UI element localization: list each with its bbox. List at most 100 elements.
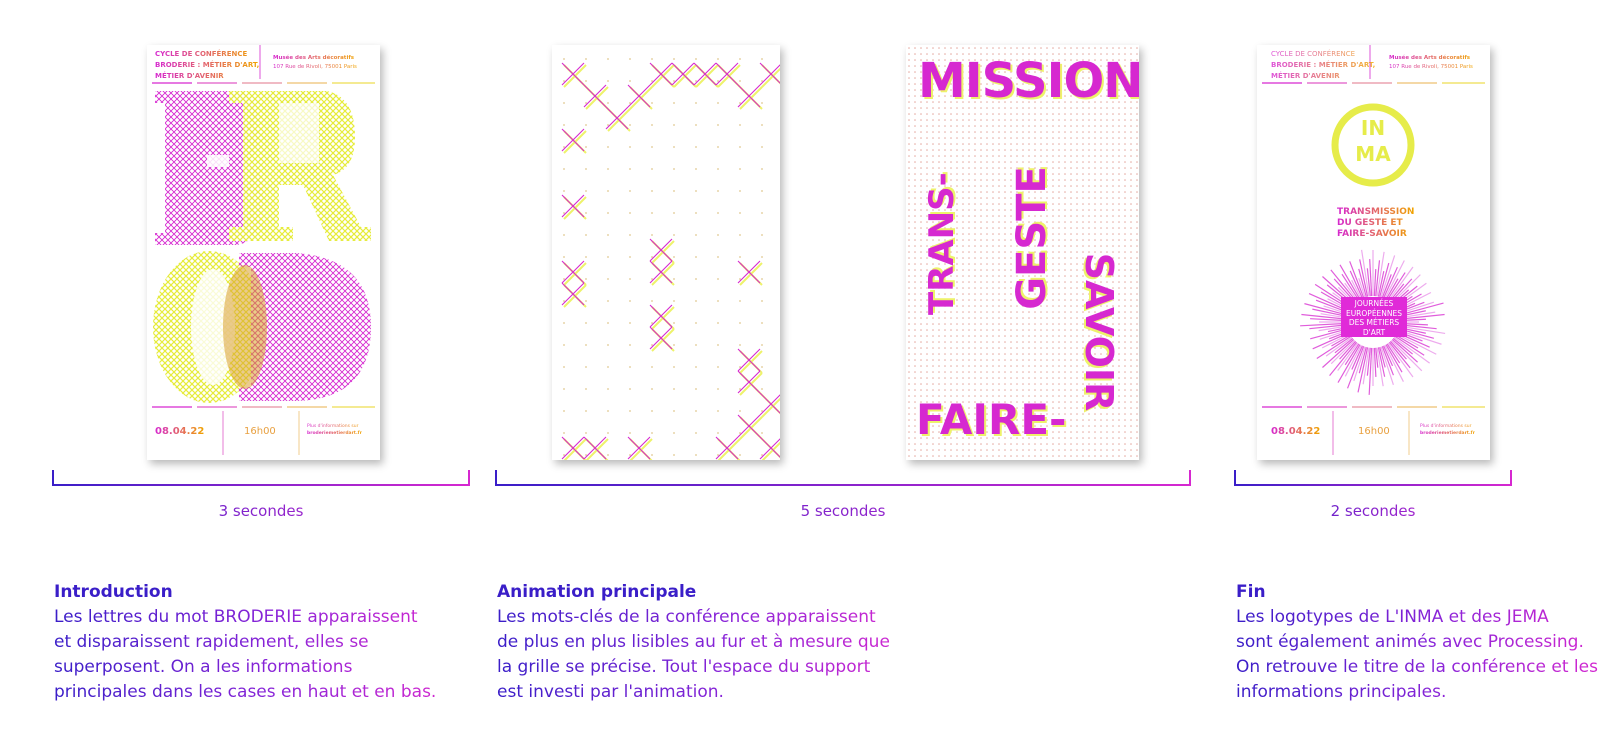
grid-dot xyxy=(563,234,565,236)
grid-dot xyxy=(673,432,675,434)
embroidery-cross xyxy=(649,260,673,284)
grid-dot xyxy=(673,388,675,390)
grid-dot xyxy=(563,102,565,104)
grid-dot xyxy=(585,146,587,148)
bracket-end xyxy=(1234,470,1512,486)
grid-dot xyxy=(651,432,653,434)
grid-dot xyxy=(585,322,587,324)
section-intro-line: Les lettres du mot BRODERIE apparaissent xyxy=(54,605,454,630)
embroidery-cross xyxy=(737,348,761,372)
grid-dot xyxy=(695,212,697,214)
embroidery-cross xyxy=(627,84,651,108)
grid-dot xyxy=(673,102,675,104)
poster-end-info-2: broderiemetierdart.fr xyxy=(1420,431,1475,436)
grid-dot xyxy=(717,388,719,390)
poster-end: CYCLE DE CONFÉRENCE BRODERIE : MÉTIER D'… xyxy=(1257,45,1490,460)
grid-dot xyxy=(695,300,697,302)
grid-dot xyxy=(607,388,609,390)
section-end-line: Les logotypes de L'INMA et des JEMA xyxy=(1236,605,1606,630)
grid-dot xyxy=(607,410,609,412)
embroidery-cross xyxy=(649,62,673,86)
poster-end-cycle-3: MÉTIER D'AVENIR xyxy=(1271,72,1340,80)
poster-animation-keywords: MISSION TRANS- GESTE SAVOIR FAIRE- xyxy=(906,45,1139,460)
grid-dot xyxy=(629,80,631,82)
grid-dot xyxy=(629,322,631,324)
poster-intro-time: 16h00 xyxy=(244,426,276,437)
grid-dot xyxy=(761,234,763,236)
grid-dot xyxy=(607,58,609,60)
grid-dot xyxy=(585,300,587,302)
grid-dot xyxy=(695,432,697,434)
grid-dot xyxy=(585,256,587,258)
embroidery-cross xyxy=(561,62,585,86)
poster-end-cycle-2: BRODERIE : MÉTIER D'ART, xyxy=(1271,61,1376,69)
section-intro-line: superposent. On a les informations xyxy=(54,655,454,680)
bracket-main xyxy=(495,470,1191,486)
grid-dot xyxy=(563,168,565,170)
grid-dot xyxy=(717,190,719,192)
grid-dot xyxy=(629,344,631,346)
grid-dot xyxy=(629,410,631,412)
section-main-line: la grille se précise. Tout l'espace du s… xyxy=(497,655,917,680)
grid-dot xyxy=(607,190,609,192)
grid-dot xyxy=(563,58,565,60)
grid-dot xyxy=(761,256,763,258)
section-end-line: informations principales. xyxy=(1236,680,1606,705)
grid-dot xyxy=(695,278,697,280)
section-main-title: Animation principale xyxy=(497,582,697,602)
embroidery-cross xyxy=(649,238,673,262)
grid-dot xyxy=(717,102,719,104)
grid-dot xyxy=(629,234,631,236)
grid-dot xyxy=(717,234,719,236)
grid-dot xyxy=(607,102,609,104)
poster-end-date: 08.04.22 xyxy=(1271,426,1321,437)
grid-dot xyxy=(563,190,565,192)
section-end: Fin Les logotypes de L'INMA et des JEMA … xyxy=(1236,580,1606,705)
grid-dot xyxy=(717,256,719,258)
jema-line-2: EUROPÉENNES xyxy=(1345,308,1403,318)
grid-dot xyxy=(717,300,719,302)
grid-dot xyxy=(761,432,763,434)
poster-intro-graphics xyxy=(152,45,375,455)
grid-dot xyxy=(717,410,719,412)
embroidery-cross xyxy=(561,260,585,284)
grid-dot xyxy=(585,234,587,236)
poster-end-cycle-1: CYCLE DE CONFÉRENCE xyxy=(1271,50,1356,58)
jema-line-1: JOURNÉES xyxy=(1354,299,1394,308)
grid-dot xyxy=(585,432,587,434)
grid-dot xyxy=(651,168,653,170)
embroidery-cross xyxy=(561,128,585,152)
grid-dot xyxy=(673,212,675,214)
poster-end-time: 16h00 xyxy=(1358,426,1390,437)
grid-dot xyxy=(695,388,697,390)
grid-dot xyxy=(563,432,565,434)
grid-dot xyxy=(585,124,587,126)
keyword-faire: FAIRE- xyxy=(916,395,1067,444)
grid-dot xyxy=(695,190,697,192)
grid-dot xyxy=(695,410,697,412)
keyword-mission: MISSION xyxy=(918,53,1139,109)
section-end-line: On retrouve le titre de la conférence et… xyxy=(1236,655,1606,680)
grid-dot xyxy=(739,454,741,456)
grid-dot xyxy=(739,146,741,148)
grid-dot xyxy=(651,58,653,60)
poster-intro-info-2: broderiemetierdart.fr xyxy=(307,431,362,436)
grid-dot xyxy=(739,80,741,82)
section-main-line: Les mots-clés de la conférence apparaiss… xyxy=(497,605,917,630)
poster-intro-venue-1: Musée des Arts décoratifs xyxy=(273,55,354,61)
poster-intro-cycle-2: BRODERIE : MÉTIER D'ART, xyxy=(155,61,260,69)
grid-dot xyxy=(673,410,675,412)
grid-dot xyxy=(673,454,675,456)
grid-dot xyxy=(695,454,697,456)
grid-dot xyxy=(739,234,741,236)
grid-dot xyxy=(607,344,609,346)
poster-intro-date: 08.04.22 xyxy=(155,426,205,437)
grid-dot xyxy=(739,168,741,170)
grid-dot xyxy=(695,124,697,126)
grid-dot xyxy=(717,322,719,324)
grid-dot xyxy=(629,146,631,148)
grid-dot xyxy=(563,410,565,412)
grid-dot xyxy=(629,300,631,302)
grid-dot xyxy=(695,58,697,60)
poster-end-title-3: FAIRE-SAVOIR xyxy=(1337,229,1407,239)
